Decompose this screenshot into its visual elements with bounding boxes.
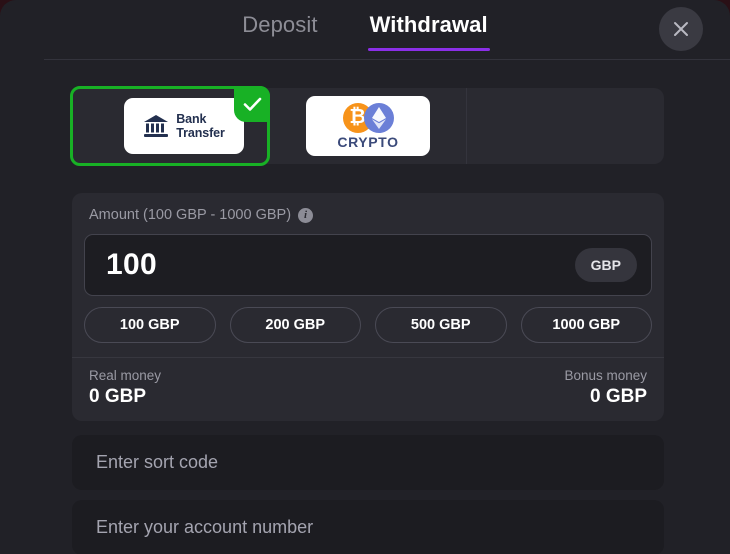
payment-method-bank-transfer[interactable]: Bank Transfer (70, 86, 270, 166)
currency-selector[interactable]: GBP (574, 248, 637, 282)
payment-method-crypto[interactable]: ₿ CRYPTO (270, 88, 467, 164)
amount-input-wrapper: GBP (84, 234, 652, 296)
payment-method-empty-slot[interactable] (467, 88, 664, 164)
ethereum-icon (363, 102, 394, 133)
amount-card: Amount (100 GBP - 1000 GBP) i GBP 100 GB… (72, 193, 664, 421)
amount-label: Amount (100 GBP - 1000 GBP) (89, 207, 292, 223)
bonus-money-value: 0 GBP (589, 386, 647, 407)
crypto-label: CRYPTO (337, 133, 399, 150)
quick-amount-100[interactable]: 100 GBP (84, 307, 216, 343)
header-divider (44, 59, 730, 60)
modal-header: Deposit Withdrawal (0, 0, 730, 60)
withdrawal-modal: Deposit Withdrawal Bank Transfer ₿ CRYPT… (0, 0, 730, 554)
tab-withdrawal[interactable]: Withdrawal (367, 6, 490, 54)
real-money-label: Real money (89, 368, 162, 383)
payment-method-list: Bank Transfer ₿ CRYPTO (70, 86, 664, 166)
quick-amount-200[interactable]: 200 GBP (229, 307, 361, 343)
sort-code-field[interactable] (72, 435, 664, 490)
sort-code-input[interactable] (96, 452, 640, 473)
account-number-input[interactable] (96, 517, 640, 538)
real-money-value: 0 GBP (89, 386, 147, 407)
crypto-logo: ₿ CRYPTO (306, 96, 430, 156)
info-icon[interactable]: i (298, 207, 314, 223)
quick-amount-row: 100 GBP 200 GBP 500 GBP 1000 GBP (84, 307, 652, 357)
account-number-field[interactable] (72, 500, 664, 554)
amount-input[interactable] (106, 248, 575, 282)
ethereum-glyph (371, 106, 386, 129)
coin-group: ₿ (342, 102, 394, 133)
bonus-money-label: Bonus money (564, 368, 647, 383)
bonus-money-block: Bonus money 0 GBP (564, 368, 647, 408)
quick-amount-500[interactable]: 500 GBP (375, 307, 507, 343)
close-icon (674, 22, 688, 36)
real-money-block: Real money 0 GBP (89, 368, 161, 408)
selected-check-badge (234, 86, 270, 122)
bank-transfer-logo: Bank Transfer (124, 98, 244, 154)
amount-label-row: Amount (100 GBP - 1000 GBP) i (84, 207, 652, 223)
check-icon (243, 97, 261, 111)
bank-icon (144, 115, 169, 137)
tab-bar: Deposit Withdrawal (0, 0, 730, 60)
close-button[interactable] (659, 7, 703, 51)
tab-deposit[interactable]: Deposit (240, 6, 319, 54)
balance-row: Real money 0 GBP Bonus money 0 GBP (84, 358, 652, 421)
quick-amount-1000[interactable]: 1000 GBP (520, 307, 652, 343)
bank-transfer-label: Bank Transfer (176, 112, 225, 140)
